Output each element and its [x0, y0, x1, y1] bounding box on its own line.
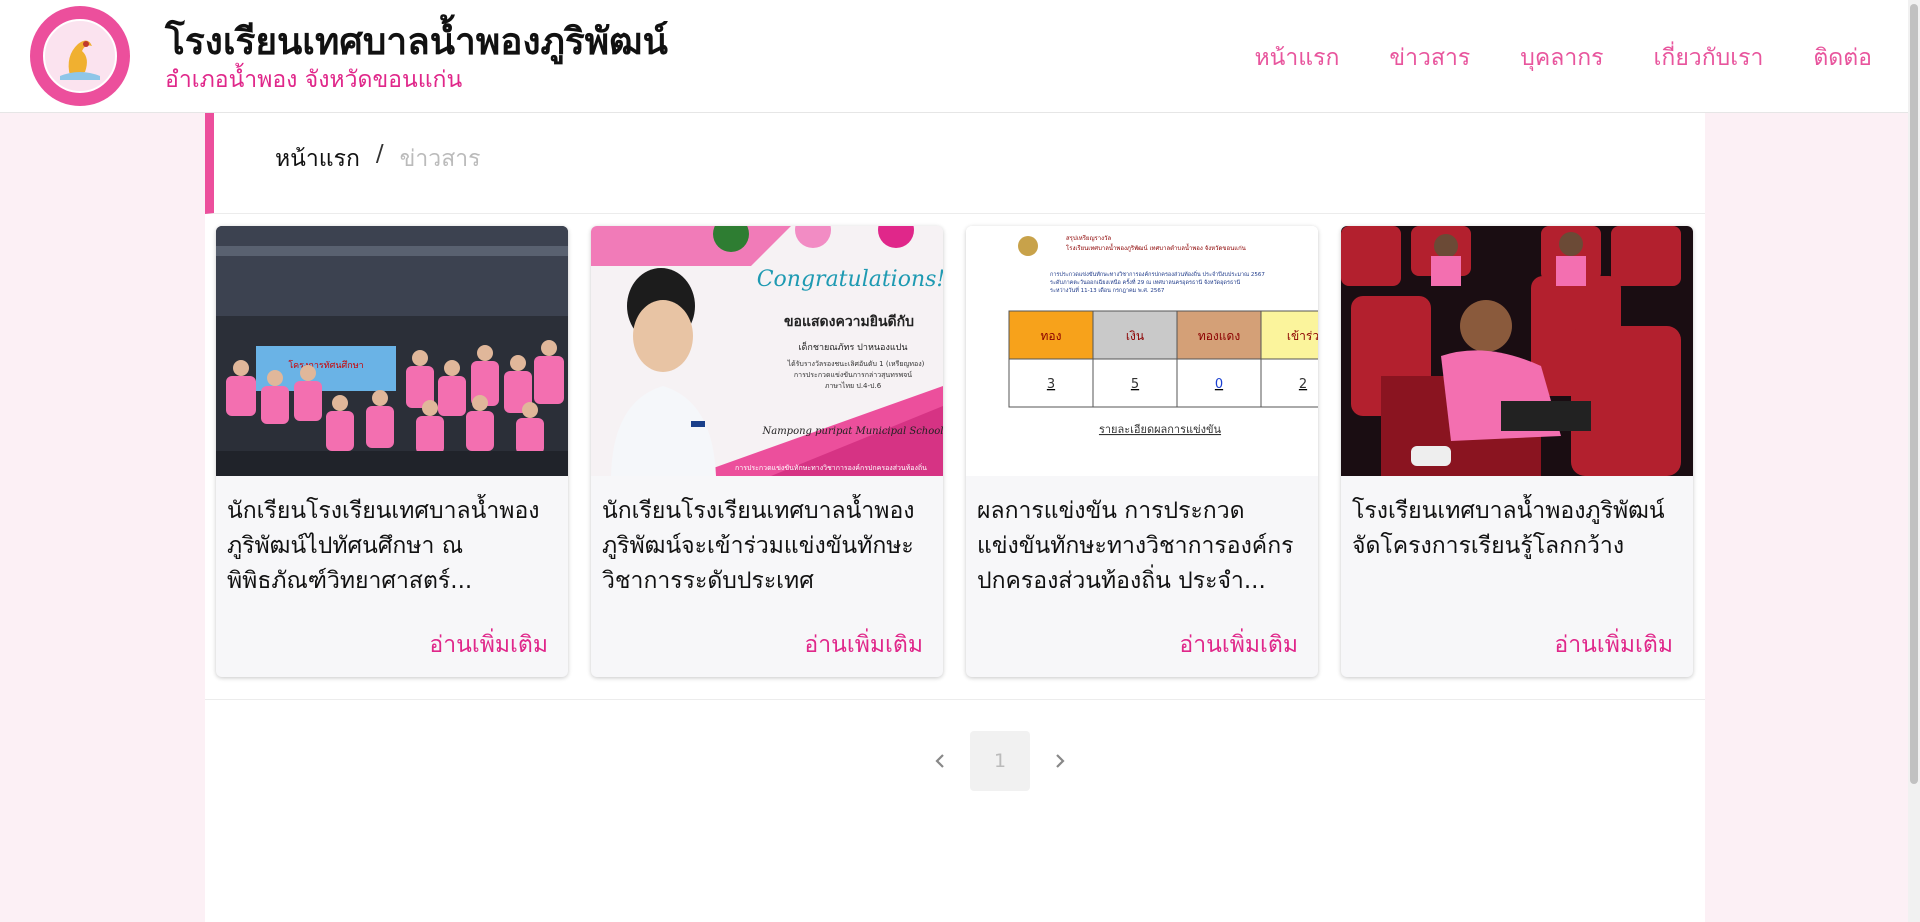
nav-news[interactable]: ข่าวสาร: [1389, 40, 1470, 76]
chevron-left-icon: [935, 754, 944, 768]
results-header-participate: เข้าร่ว: [1287, 329, 1318, 343]
results-value-bronze: 0: [1215, 377, 1223, 392]
poster-line3-text: ภาษาไทย ป.4-ป.6: [825, 381, 882, 390]
poster-line2-text: การประกวดแข่งขันการกล่าวสุนทรพจน์: [794, 371, 912, 379]
read-more-link[interactable]: อ่านเพิ่มเติม: [429, 627, 548, 663]
breadcrumb-bar: หน้าแรก / ข่าวสาร: [205, 113, 1705, 214]
student-cinema-image: [1341, 226, 1693, 476]
results-header-bronze: ทองแดง: [1198, 329, 1240, 343]
pagination-page-current[interactable]: 1: [970, 731, 1030, 791]
read-more-link[interactable]: อ่านเพิ่มเติม: [1179, 627, 1298, 663]
scrollbar-thumb[interactable]: [1910, 4, 1918, 784]
results-value-silver: 5: [1131, 377, 1139, 392]
site-header: โรงเรียนเทศบาลน้ำพองภูริพัฒน์ อำเภอน้ำพอ…: [0, 0, 1908, 113]
pagination-divider: [205, 699, 1705, 700]
news-card-title[interactable]: โรงเรียนเทศบาลน้ำพองภูริพัฒน์จัดโครงการเ…: [1352, 494, 1684, 564]
group-photo-banner-text: โครงการทัศนศึกษา: [288, 360, 363, 371]
breadcrumb-current: ข่าวสาร: [399, 146, 481, 172]
site-subtitle: อำเภอน้ำพอง จังหวัดขอนแก่น: [165, 67, 463, 93]
school-logo[interactable]: [30, 6, 130, 106]
news-card-title[interactable]: นักเรียนโรงเรียนเทศบาลน้ำพองภูริพัฒน์ไปท…: [227, 494, 559, 599]
poster-school-en-text: Nampong puripat Municipal School: [761, 426, 943, 437]
results-value-participate: 2: [1299, 377, 1307, 392]
school-seal-icon: [32, 8, 128, 104]
results-header-gold: ทอง: [1041, 329, 1062, 343]
results-info1: การประกวดแข่งขันทักษะทางวิชาการองค์กรปกค…: [1050, 270, 1265, 278]
main-nav: หน้าแรก ข่าวสาร บุคลากร เกี่ยวกับเรา ติด…: [1254, 40, 1872, 76]
news-card-grid: โครงการทัศนศึกษา นักเรียนโรงเรียนเทศบาลน…: [216, 226, 1693, 677]
chevron-right-icon: [1056, 754, 1065, 768]
pagination-next[interactable]: [1030, 731, 1090, 791]
news-card-image[interactable]: [1341, 226, 1693, 476]
nav-personnel[interactable]: บุคลากร: [1520, 40, 1603, 76]
results-info2: ระดับภาคตะวันออกเฉียงเหนือ ครั้งที่ 29 ณ…: [1050, 278, 1240, 286]
main-content: หน้าแรก / ข่าวสาร โครงการทัศนศึกษา นักเร…: [205, 113, 1705, 922]
results-header-silver: เงิน: [1126, 329, 1144, 343]
news-card-image[interactable]: โครงการทัศนศึกษา: [216, 226, 568, 476]
results-table-image: สรุปเหรียญรางวัล โรงเรียนเทศบาลน้ำพองภูร…: [966, 226, 1318, 476]
news-card[interactable]: โครงการทัศนศึกษา นักเรียนโรงเรียนเทศบาลน…: [216, 226, 568, 677]
results-detail-link: รายละเอียดผลการแข่งขัน: [1099, 423, 1222, 436]
poster-line1-text: ได้รับรางวัลรองชนะเลิศอันดับ 1 (เหรียญทอ…: [787, 359, 925, 368]
results-value-gold: 3: [1047, 377, 1055, 392]
poster-banner-text: การประกวดแข่งขันทักษะทางวิชาการองค์กรปกค…: [735, 463, 927, 472]
news-card-image[interactable]: Congratulations! ขอแสดงความยินดีกับ เด็ก…: [591, 226, 943, 476]
nav-home[interactable]: หน้าแรก: [1254, 40, 1339, 76]
news-card[interactable]: โรงเรียนเทศบาลน้ำพองภูริพัฒน์จัดโครงการเ…: [1341, 226, 1693, 677]
read-more-link[interactable]: อ่านเพิ่มเติม: [804, 627, 923, 663]
poster-heading-text: ขอแสดงความยินดีกับ: [784, 314, 914, 330]
results-info3: ระหว่างวันที่ 11-13 เดือน กรกฎาคม พ.ศ. 2…: [1050, 286, 1165, 294]
results-heading1: สรุปเหรียญรางวัล: [1066, 234, 1111, 242]
nav-contact[interactable]: ติดต่อ: [1813, 40, 1872, 76]
read-more-link[interactable]: อ่านเพิ่มเติม: [1554, 627, 1673, 663]
nav-about[interactable]: เกี่ยวกับเรา: [1654, 40, 1764, 76]
pagination: 1: [910, 731, 1090, 791]
group-photo-image: โครงการทัศนศึกษา: [216, 226, 568, 476]
page-scrollbar[interactable]: [1908, 0, 1920, 922]
news-card-title[interactable]: ผลการแข่งขัน การประกวดแข่งขันทักษะทางวิช…: [977, 494, 1309, 599]
news-card[interactable]: Congratulations! ขอแสดงความยินดีกับ เด็ก…: [591, 226, 943, 677]
poster-congrats-text: Congratulations!: [757, 267, 943, 292]
news-card-image[interactable]: สรุปเหรียญรางวัล โรงเรียนเทศบาลน้ำพองภูร…: [966, 226, 1318, 476]
breadcrumb: หน้าแรก / ข่าวสาร: [275, 141, 481, 177]
congratulations-poster-image: Congratulations! ขอแสดงความยินดีกับ เด็ก…: [591, 226, 943, 476]
breadcrumb-separator: /: [375, 141, 384, 167]
news-card[interactable]: สรุปเหรียญรางวัล โรงเรียนเทศบาลน้ำพองภูร…: [966, 226, 1318, 677]
news-card-title[interactable]: นักเรียนโรงเรียนเทศบาลน้ำพองภูริพัฒน์จะเ…: [602, 494, 934, 599]
pagination-prev[interactable]: [910, 731, 970, 791]
breadcrumb-home[interactable]: หน้าแรก: [275, 141, 360, 177]
